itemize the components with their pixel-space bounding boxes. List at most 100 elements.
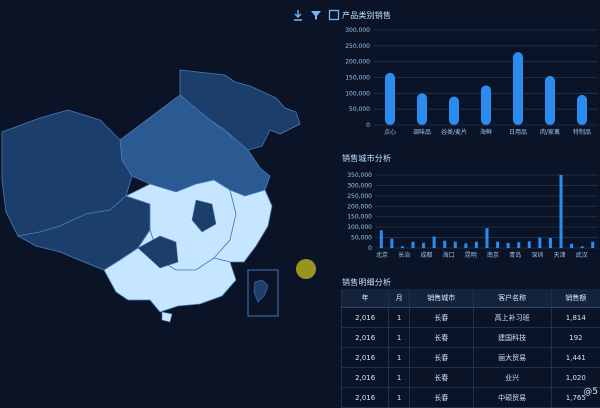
bar: [577, 95, 587, 125]
city-sales-chart[interactable]: 350,000 300,000 250,000 200,000 150,000 100,0…: [336, 165, 600, 285]
x-tick-label: 北京: [376, 251, 388, 259]
y-tick-label: 250,000: [347, 193, 372, 200]
cell-customer: 业兴: [473, 368, 551, 388]
x-tick-label: 点心: [384, 128, 396, 136]
bar: [507, 243, 510, 248]
column-header-month[interactable]: 月: [389, 289, 410, 308]
bar: [560, 175, 563, 248]
map-inset-islands: [254, 280, 268, 302]
y-tick-label: 300,000: [347, 182, 372, 189]
cell-sales: 1,441: [551, 348, 600, 368]
table-row[interactable]: 2,016 1 长春 建国科技 192: [342, 328, 600, 348]
bar: [481, 85, 491, 125]
watermark-text: @5: [583, 387, 598, 397]
china-map-area[interactable]: [0, 0, 336, 400]
column-header-city[interactable]: 销售城市: [409, 289, 473, 308]
table-header-row: 年 月 销售城市 客户名称 销售额: [342, 289, 600, 308]
city-sales-title: 销售城市分析: [342, 153, 391, 164]
x-tick-label: 深圳: [531, 251, 543, 259]
table-row[interactable]: 2,016 1 长春 丽大贸易 1,441: [342, 348, 600, 368]
bar: [545, 76, 555, 125]
cell-city: 长春: [409, 368, 473, 388]
table-row[interactable]: 2,016 1 长春 高上补习班 1,814: [342, 308, 600, 328]
bar: [549, 238, 552, 248]
cell-customer: 高上补习班: [473, 308, 551, 328]
column-header-year[interactable]: 年: [342, 289, 389, 308]
y-tick-label: 250,000: [345, 43, 370, 50]
y-tick-label: 0: [368, 245, 372, 252]
x-tick-label: 海口: [443, 251, 455, 259]
y-tick-label: 150,000: [345, 75, 370, 82]
china-map[interactable]: [0, 0, 336, 400]
map-toolbar: [292, 6, 340, 18]
y-tick-label: 50,000: [349, 106, 370, 113]
x-tick-label: 海鲜: [480, 128, 492, 136]
x-tick-label: 长治: [398, 251, 410, 259]
x-tick-label: 日用品: [509, 129, 527, 136]
x-tick-label: 昆明: [465, 252, 477, 259]
cell-year: 2,016: [342, 368, 389, 388]
sales-detail-panel: 销售明细分析 年 月 销售城市 客户名称 销售额 2,016 1 长春 高上补习…: [336, 270, 600, 400]
y-tick-label: 50,000: [351, 235, 372, 242]
bar: [528, 241, 531, 248]
map-highlight-marker: [296, 259, 316, 279]
bar: [385, 73, 395, 125]
y-tick-label: 200,000: [347, 203, 372, 210]
bar: [591, 242, 594, 248]
bar: [464, 243, 467, 248]
x-tick-label: 武汉: [576, 251, 588, 259]
cell-month: 1: [389, 388, 410, 408]
cell-city: 长春: [409, 308, 473, 328]
cell-month: 1: [389, 328, 410, 348]
cell-customer: 中硕贸易: [473, 388, 551, 408]
x-tick-label: 调味品: [413, 128, 431, 136]
map-region-hainan: [162, 312, 172, 322]
download-icon[interactable]: [292, 6, 304, 18]
bar: [401, 246, 404, 248]
cell-year: 2,016: [342, 348, 389, 368]
cell-city: 长春: [409, 328, 473, 348]
bar: [581, 246, 584, 248]
cell-sales: 192: [551, 328, 600, 348]
bar: [570, 244, 573, 248]
filter-icon[interactable]: [310, 6, 322, 18]
sales-detail-table: 年 月 销售城市 客户名称 销售额 2,016 1 长春 高上补习班 1,814…: [341, 289, 600, 408]
y-tick-label: 350,000: [347, 172, 372, 179]
bar: [380, 230, 383, 248]
x-tick-label: 成都: [420, 251, 432, 259]
bar: [422, 243, 425, 248]
y-tick-label: 300,000: [345, 27, 370, 34]
cell-customer: 丽大贸易: [473, 348, 551, 368]
cell-month: 1: [389, 348, 410, 368]
category-sales-chart[interactable]: 300,000250,000200,000150,000100,00050,00…: [336, 20, 600, 155]
cell-sales: 1,020: [551, 368, 600, 388]
cell-year: 2,016: [342, 328, 389, 348]
cell-month: 1: [389, 308, 410, 328]
bar: [517, 242, 520, 248]
x-tick-label: 谷类/麦片: [441, 128, 467, 136]
column-header-sales[interactable]: 销售额: [551, 289, 600, 308]
cell-sales: 1,814: [551, 308, 600, 328]
y-tick-label: 100,000: [347, 224, 372, 231]
y-tick-label: 0: [366, 122, 370, 129]
cell-year: 2,016: [342, 388, 389, 408]
bar: [538, 238, 541, 248]
cell-city: 长春: [409, 388, 473, 408]
x-tick-label: 肉/家禽: [540, 128, 560, 136]
category-sales-panel: 产品类别销售 300,000250,000200,000150,000100,0…: [336, 0, 600, 150]
column-header-customer[interactable]: 客户名称: [473, 289, 551, 308]
x-tick-label: 青岛: [509, 251, 521, 259]
table-row[interactable]: 2,016 1 长春 中硕贸易 1,765: [342, 388, 600, 408]
y-tick-label: 150,000: [347, 214, 372, 221]
bar: [496, 242, 499, 248]
y-tick-label: 100,000: [345, 90, 370, 97]
x-tick-label: 南京: [487, 251, 499, 259]
bar: [412, 242, 415, 248]
table-row[interactable]: 2,016 1 长春 业兴 1,020: [342, 368, 600, 388]
cell-city: 长春: [409, 348, 473, 368]
cell-customer: 建国科技: [473, 328, 551, 348]
bar: [449, 97, 459, 126]
x-tick-label: 特制品: [573, 128, 591, 136]
bar: [433, 237, 436, 248]
city-sales-panel: 销售城市分析 350,000 300,000 250,000 200,000 150,0…: [336, 145, 600, 265]
